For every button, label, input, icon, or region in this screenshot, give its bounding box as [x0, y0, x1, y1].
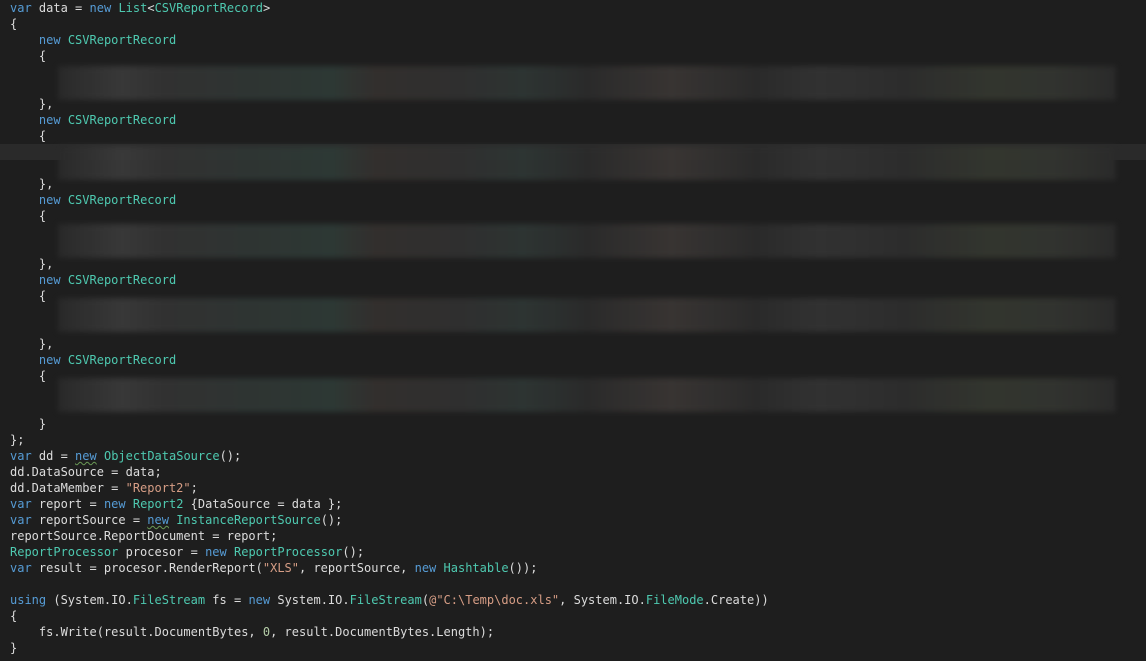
- code-text: var data = new List<CSVReportRecord> { n…: [10, 0, 1146, 656]
- keyword: new: [414, 561, 437, 575]
- type-name: ObjectDataSource: [103, 449, 220, 463]
- string-literal: @"C:\Temp\doc.xls": [429, 593, 560, 607]
- code-line: };: [10, 433, 25, 447]
- code-line: {: [10, 369, 47, 383]
- code-line: {: [10, 17, 18, 31]
- type-name: Hashtable: [443, 561, 509, 575]
- keyword: new: [38, 113, 61, 127]
- code-line: new CSVReportRecord: [10, 32, 1146, 48]
- keyword: new: [248, 593, 271, 607]
- code-line: },: [10, 97, 54, 111]
- code-line: },: [10, 337, 54, 351]
- type-name: CSVReportRecord: [67, 273, 177, 287]
- keyword: new: [103, 497, 126, 511]
- type-name: FileStream: [132, 593, 206, 607]
- keyword: new: [38, 33, 61, 47]
- type-name: CSVReportRecord: [67, 113, 177, 127]
- number-literal: 0: [262, 625, 271, 639]
- code-line: var reportSource = new InstanceReportSou…: [10, 513, 343, 527]
- keyword: using: [10, 593, 47, 607]
- type-name: InstanceReportSource: [176, 513, 321, 527]
- keyword: new: [38, 273, 61, 287]
- code-line: var data = new List<CSVReportRecord>: [10, 1, 271, 15]
- code-line: }: [10, 417, 47, 431]
- identifier: data: [38, 1, 68, 15]
- keyword: new: [38, 193, 61, 207]
- code-editor[interactable]: var data = new List<CSVReportRecord> { n…: [0, 0, 1146, 661]
- keyword: var: [10, 513, 32, 527]
- code-line: new CSVReportRecord: [10, 352, 1146, 368]
- type-name: ReportProcessor: [234, 545, 343, 559]
- keyword: new: [38, 353, 61, 367]
- type-name: CSVReportRecord: [67, 33, 177, 47]
- code-line: dd.DataSource = data;: [10, 465, 162, 479]
- string-literal: "Report2": [125, 481, 191, 495]
- code-line: var result = procesor.RenderReport("XLS"…: [10, 561, 538, 575]
- code-line: },: [10, 177, 54, 191]
- code-line: new CSVReportRecord: [10, 272, 1146, 288]
- code-line: }: [10, 641, 18, 655]
- code-line: dd.DataMember = "Report2";: [10, 481, 198, 495]
- keyword: var: [10, 449, 32, 463]
- keyword: new: [205, 545, 227, 559]
- type-name: CSVReportRecord: [154, 1, 263, 15]
- type-name: CSVReportRecord: [67, 193, 177, 207]
- code-line: {: [10, 49, 47, 63]
- type-name: CSVReportRecord: [67, 353, 177, 367]
- keyword: new: [89, 1, 112, 15]
- type-name: Report2: [132, 497, 184, 511]
- string-literal: "XLS": [262, 561, 299, 575]
- code-line: reportSource.ReportDocument = report;: [10, 529, 278, 543]
- code-line: {: [10, 129, 47, 143]
- code-line: new CSVReportRecord: [10, 112, 1146, 128]
- type-name: FileMode: [645, 593, 704, 607]
- keyword: var: [10, 561, 32, 575]
- type-name: ReportProcessor: [10, 545, 119, 559]
- code-line: var dd = new ObjectDataSource();: [10, 449, 242, 463]
- code-line: ReportProcessor procesor = new ReportPro…: [10, 545, 365, 559]
- code-line: {: [10, 209, 47, 223]
- keyword: new: [147, 513, 169, 527]
- keyword: var: [10, 1, 32, 15]
- code-line: {: [10, 609, 18, 623]
- code-line: new CSVReportRecord: [10, 192, 1146, 208]
- code-line: using (System.IO.FileStream fs = new Sys…: [10, 593, 769, 607]
- code-line: var report = new Report2 {DataSource = d…: [10, 497, 343, 511]
- keyword: var: [10, 497, 32, 511]
- keyword: new: [75, 449, 97, 463]
- code-line: },: [10, 257, 54, 271]
- code-line: {: [10, 289, 47, 303]
- type-name: List: [118, 1, 148, 15]
- type-name: FileStream: [349, 593, 422, 607]
- code-line: fs.Write(result.DocumentBytes, 0, result…: [10, 625, 495, 639]
